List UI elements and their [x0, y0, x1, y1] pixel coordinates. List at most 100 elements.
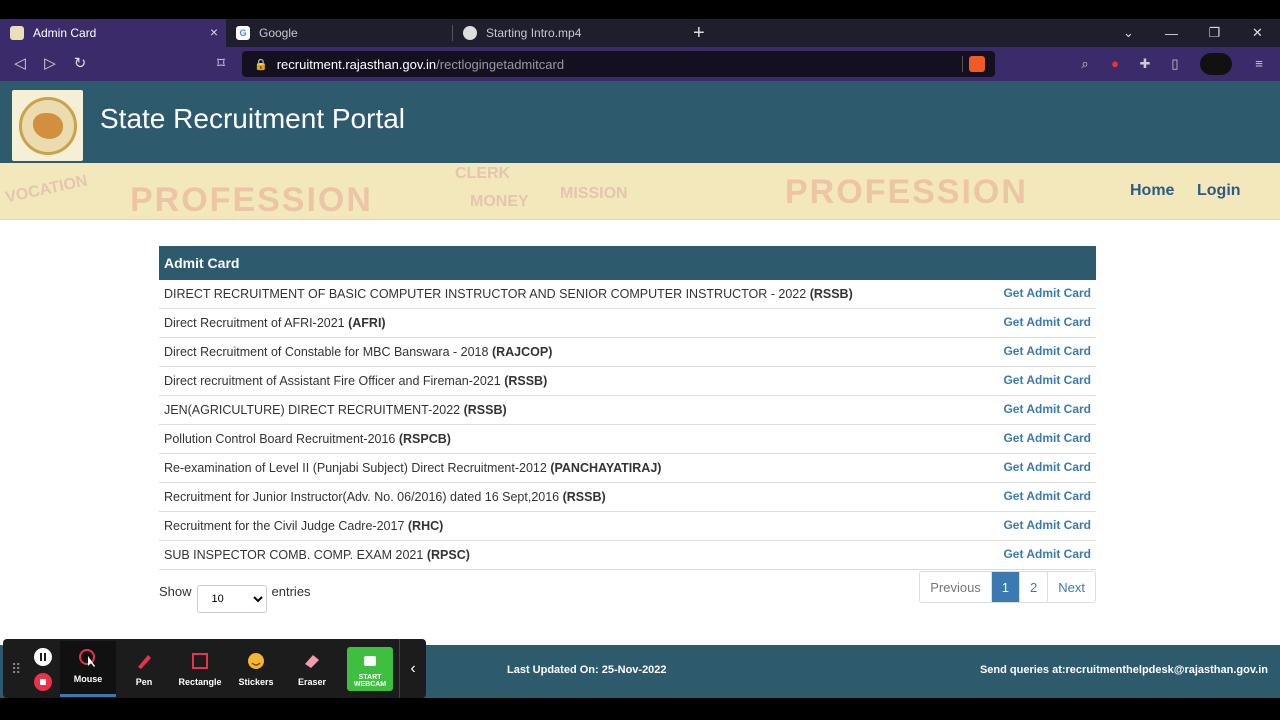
banner-watermark: PROFESSION [130, 181, 373, 219]
screen-top-bar [0, 0, 1280, 19]
site-header: State Recruitment Portal [0, 81, 1280, 163]
mouse-tool[interactable]: Mouse [60, 641, 116, 697]
forward-icon[interactable]: ▷ [40, 54, 60, 72]
pen-icon [134, 651, 154, 671]
menu-icon[interactable]: ≡ [1251, 56, 1267, 72]
back-icon[interactable]: ◁ [10, 54, 30, 72]
get-admit-card-link[interactable]: Get Admit Card [1003, 373, 1091, 387]
table-heading: Admit Card [159, 246, 1096, 280]
new-tab-icon[interactable]: + [693, 22, 705, 45]
row-org: (PANCHAYATIRAJ) [550, 461, 662, 475]
recorder-toolbar: ⠿ Mouse Pen Rectangle Stickers Eraser ST… [3, 639, 426, 698]
table-row: SUB INSPECTOR COMB. COMP. EXAM 2021 (RPS… [159, 541, 1096, 570]
site-banner: PROFESSION PROFESSION VOCATION MISSION C… [0, 163, 1280, 220]
bookmark-icon[interactable]: ⌑ [211, 54, 231, 72]
stop-icon[interactable] [34, 673, 52, 691]
tab-search-icon[interactable]: ⌄ [1107, 19, 1150, 47]
get-admit-card-link[interactable]: Get Admit Card [1003, 286, 1091, 300]
tab-google[interactable]: G Google [226, 19, 452, 47]
show-label: Show [159, 583, 192, 599]
row-title: Re-examination of Level II (Punjabi Subj… [164, 461, 547, 475]
divider [962, 56, 963, 72]
row-title: Recruitment for the Civil Judge Cadre-20… [164, 519, 405, 533]
row-org: (RSSB) [504, 374, 548, 388]
tool-label: Rectangle [178, 677, 222, 687]
previous-page-button[interactable]: Previous [920, 572, 991, 602]
nav-home-link[interactable]: Home [1130, 182, 1174, 200]
next-page-button[interactable]: Next [1047, 572, 1095, 602]
row-org: (RPSC) [426, 548, 470, 562]
site-favicon-icon [10, 26, 24, 40]
url-host: recruitment.rajasthan.gov.in [276, 56, 437, 72]
tab-title: Admin Card [33, 26, 97, 40]
restore-icon[interactable]: ❐ [1193, 19, 1236, 47]
get-admit-card-link[interactable]: Get Admit Card [1003, 547, 1091, 561]
row-org: (RSSB) [809, 287, 853, 301]
extension-search-icon[interactable]: ⌕ [1077, 56, 1093, 72]
tool-label: Eraser [297, 677, 327, 687]
page-2-button[interactable]: 2 [1019, 572, 1047, 602]
tab-title: Google [259, 26, 298, 40]
get-admit-card-link[interactable]: Get Admit Card [1003, 431, 1091, 445]
banner-watermark: MISSION [560, 185, 628, 202]
banner-watermark: CLERK [455, 165, 511, 182]
start-webcam-button[interactable]: START WEBCAM [347, 647, 393, 691]
row-title: Pollution Control Board Recruitment-2016 [164, 432, 396, 446]
get-admit-card-link[interactable]: Get Admit Card [1003, 315, 1091, 329]
pen-tool[interactable]: Pen [116, 641, 172, 697]
get-admit-card-link[interactable]: Get Admit Card [1003, 402, 1091, 416]
table-row: Recruitment for Junior Instructor(Adv. N… [159, 483, 1096, 512]
get-admit-card-link[interactable]: Get Admit Card [1003, 518, 1091, 532]
drag-handle-icon[interactable]: ⠿ [11, 661, 21, 678]
banner-watermark: VOCATION [4, 172, 90, 207]
browser-tab-strip: Admin Card × G Google Starting Intro.mp4… [0, 19, 1280, 47]
entries-select[interactable]: 10 [196, 585, 267, 613]
close-window-icon[interactable]: ✕ [1236, 19, 1279, 47]
tab-admit-card[interactable]: Admin Card × [0, 19, 226, 47]
address-bar[interactable]: 🔒 recruitment.rajasthan.gov.in /rectlogi… [242, 51, 995, 77]
get-admit-card-link[interactable]: Get Admit Card [1003, 489, 1091, 503]
table-row: DIRECT RECRUITMENT OF BASIC COMPUTER INS… [159, 280, 1096, 309]
webcam-label: START WEBCAM [353, 674, 387, 688]
get-admit-card-link[interactable]: Get Admit Card [1003, 460, 1091, 474]
eraser-icon [302, 651, 322, 671]
nav-login-link[interactable]: Login [1197, 182, 1241, 200]
collapse-toolbar-icon[interactable]: ‹ [399, 639, 426, 698]
close-tab-icon[interactable]: × [210, 24, 218, 40]
minimize-icon[interactable]: — [1150, 19, 1193, 47]
row-org: (AFRI) [348, 316, 386, 330]
eraser-tool[interactable]: Eraser [284, 641, 340, 697]
table-controls: Show 10 entries Previous 1 2 Next [159, 571, 1096, 613]
rectangle-icon [190, 651, 210, 671]
queries-email-text: Send queries at:recruitmenthelpdesk@raja… [979, 664, 1268, 676]
admit-card-table: Admit Card DIRECT RECRUITMENT OF BASIC C… [159, 246, 1096, 570]
sticker-smiley-icon [246, 651, 266, 671]
row-org: (RSPCB) [398, 432, 451, 446]
row-title: Direct recruitment of Assistant Fire Off… [164, 374, 501, 388]
row-title: Direct Recruitment of AFRI-2021 [164, 316, 345, 330]
stickers-tool[interactable]: Stickers [228, 641, 284, 697]
get-admit-card-link[interactable]: Get Admit Card [1003, 344, 1091, 358]
page-1-button[interactable]: 1 [990, 572, 1020, 602]
extensions-puzzle-icon[interactable]: ✚ [1137, 56, 1153, 72]
webcam-icon [364, 656, 376, 666]
profile-icon[interactable] [1200, 53, 1232, 75]
pause-icon[interactable] [34, 648, 52, 666]
tab-starting-intro[interactable]: Starting Intro.mp4 [453, 19, 679, 47]
row-title: JEN(AGRICULTURE) DIRECT RECRUITMENT-2022 [164, 403, 461, 417]
rajasthan-logo[interactable] [12, 90, 83, 161]
row-title: Recruitment for Junior Instructor(Adv. N… [164, 490, 560, 504]
extension-record-icon[interactable]: ● [1107, 56, 1123, 72]
rectangle-tool[interactable]: Rectangle [172, 641, 228, 697]
table-row: Pollution Control Board Recruitment-2016… [159, 425, 1096, 454]
brave-shield-icon[interactable] [969, 56, 985, 72]
sidebar-icon[interactable]: ▯ [1167, 56, 1183, 72]
row-org: (RAJCOP) [491, 345, 553, 359]
row-org: (RHC) [407, 519, 444, 533]
row-org: (RSSB) [463, 403, 507, 417]
reload-icon[interactable]: ↻ [70, 54, 90, 72]
row-title: SUB INSPECTOR COMB. COMP. EXAM 2021 [164, 548, 424, 562]
tab-title: Starting Intro.mp4 [486, 26, 582, 40]
table-row: Direct Recruitment of AFRI-2021 (AFRI) Ge… [159, 309, 1096, 338]
row-title: DIRECT RECRUITMENT OF BASIC COMPUTER INS… [164, 287, 807, 301]
